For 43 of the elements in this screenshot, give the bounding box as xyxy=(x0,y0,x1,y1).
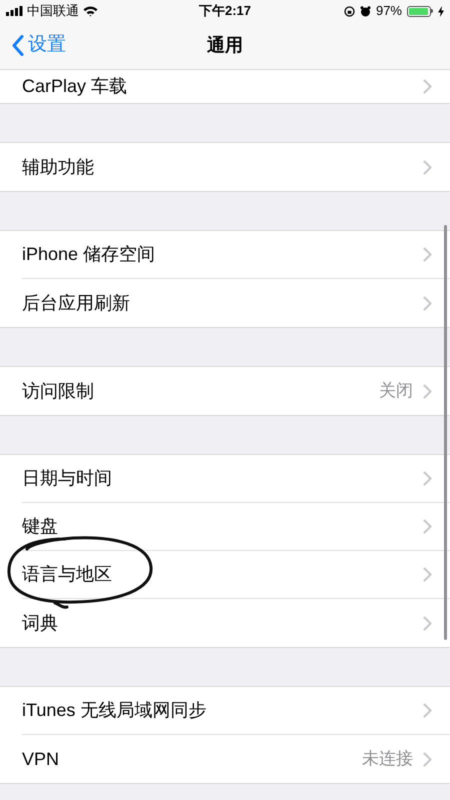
row-label: 语言与地区 xyxy=(22,563,113,586)
status-time: 下午2:17 xyxy=(198,2,252,20)
row-label: iTunes 无线局域网同步 xyxy=(22,699,208,722)
wifi-icon xyxy=(83,6,98,16)
alarm-icon xyxy=(360,6,371,16)
chevron-icon xyxy=(423,567,432,582)
row-label: 后台应用刷新 xyxy=(22,292,131,314)
rotation-lock-icon xyxy=(344,6,355,16)
chevron-icon xyxy=(423,247,432,262)
signal-icon xyxy=(6,6,23,16)
row-label: 日期与时间 xyxy=(22,467,113,490)
chevron-icon xyxy=(423,384,432,398)
carrier-name: 中国联通 xyxy=(27,2,79,20)
chevron-icon xyxy=(423,616,432,630)
row-label: 词典 xyxy=(22,612,59,634)
settings-row[interactable]: CarPlay 车载 xyxy=(0,70,450,103)
settings-row[interactable]: iTunes 无线局域网同步 xyxy=(0,687,450,735)
battery-icon xyxy=(407,6,433,16)
row-label: 键盘 xyxy=(22,515,59,538)
chevron-icon xyxy=(423,519,432,534)
back-chevron-icon xyxy=(12,35,24,56)
chevron-icon xyxy=(423,752,432,766)
settings-row[interactable]: 访问限制 关闭 xyxy=(0,367,450,415)
chevron-icon xyxy=(423,296,432,310)
row-label: 访问限制 xyxy=(22,380,95,402)
row-label: iPhone 储存空间 xyxy=(22,243,156,266)
back-button[interactable]: 设置 xyxy=(0,31,66,60)
chevron-icon xyxy=(423,79,432,94)
charging-icon xyxy=(438,6,444,16)
row-label: VPN xyxy=(22,748,60,770)
row-label: CarPlay 车载 xyxy=(22,75,128,98)
settings-row[interactable]: 后台应用刷新 xyxy=(0,279,450,327)
nav-title: 通用 xyxy=(207,34,243,57)
chevron-icon xyxy=(423,160,432,174)
chevron-icon xyxy=(423,471,432,486)
row-label: 辅助功能 xyxy=(22,156,95,178)
settings-row[interactable]: VPN 未连接 xyxy=(0,735,450,783)
settings-row[interactable]: 辅助功能 xyxy=(0,143,450,191)
battery-percent: 97% xyxy=(376,2,402,20)
chevron-icon xyxy=(423,703,432,718)
row-detail: 未连接 xyxy=(362,748,413,770)
row-detail: 关闭 xyxy=(379,380,413,402)
settings-row[interactable]: 词典 xyxy=(0,599,450,647)
